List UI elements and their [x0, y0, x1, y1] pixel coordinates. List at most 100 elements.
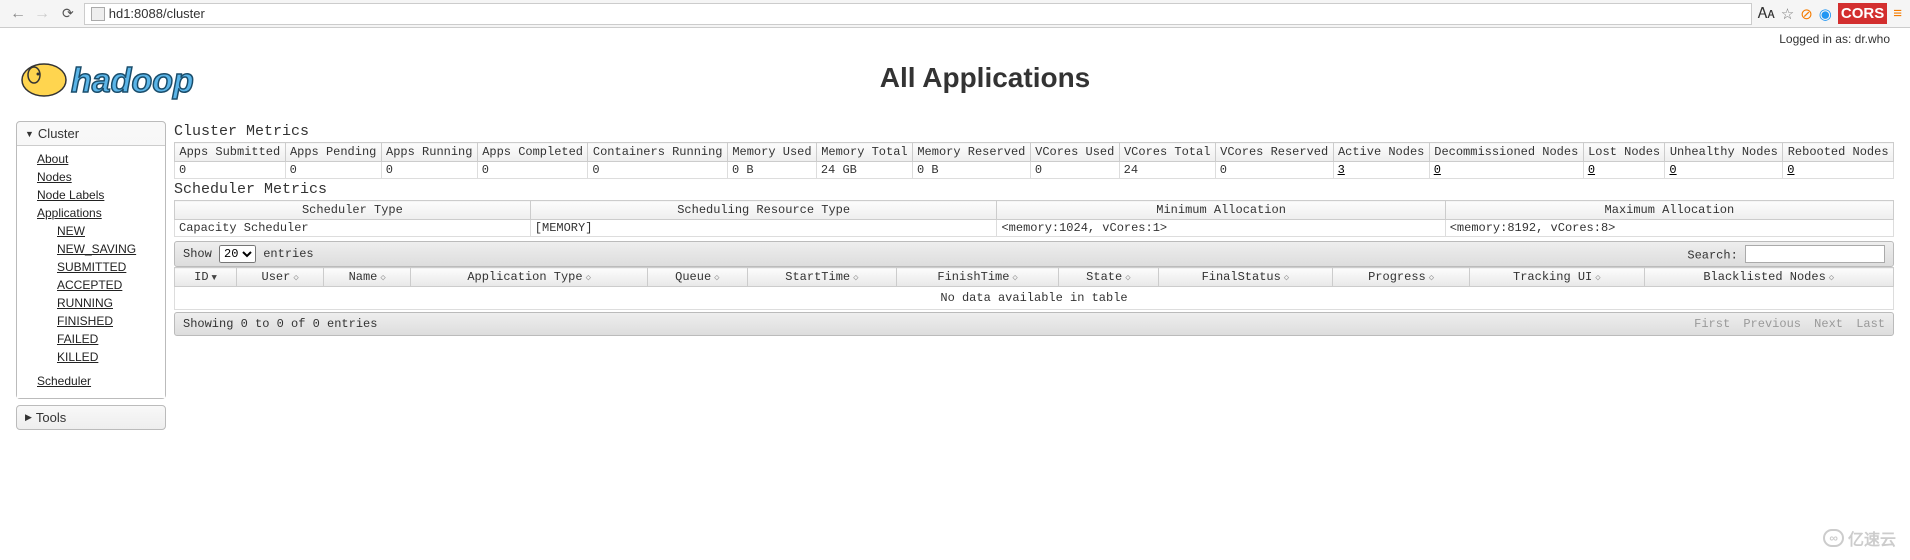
cm-link[interactable]: 3 — [1338, 163, 1345, 177]
pagination: First Previous Next Last — [1688, 317, 1885, 331]
cm-header: Active Nodes — [1333, 143, 1429, 162]
cors-badge[interactable]: CORS — [1838, 3, 1887, 24]
hadoop-logo: hadoop — [16, 50, 256, 105]
cm-link[interactable]: 0 — [1434, 163, 1441, 177]
back-button[interactable]: ← — [8, 5, 28, 23]
cm-link[interactable]: 0 — [1787, 163, 1794, 177]
apps-header[interactable]: State◇ — [1059, 268, 1159, 287]
page-icon — [91, 7, 105, 21]
extension-icon-2[interactable]: ◉ — [1819, 5, 1832, 23]
cm-header: Apps Pending — [285, 143, 381, 162]
apps-header[interactable]: User◇ — [237, 268, 324, 287]
svg-text:hadoop: hadoop — [71, 62, 194, 100]
search-label: Search: — [1687, 249, 1737, 263]
cm-header: Memory Used — [728, 143, 817, 162]
sidebar-appstate-killed[interactable]: KILLED — [57, 348, 157, 366]
sidebar-tools-label: Tools — [36, 410, 66, 425]
show-label-pre: Show — [183, 247, 212, 261]
apps-header[interactable]: Name◇ — [324, 268, 411, 287]
sidebar-cluster-header[interactable]: ▼ Cluster — [17, 122, 165, 145]
sm-cell: <memory:1024, vCores:1> — [997, 220, 1445, 237]
cm-cell: 0 — [1429, 162, 1583, 179]
cm-cell: 0 — [1583, 162, 1665, 179]
page-prev[interactable]: Previous — [1743, 317, 1801, 331]
apps-header[interactable]: ID▼ — [175, 268, 237, 287]
sidebar-appstate-running[interactable]: RUNNING — [57, 294, 157, 312]
applications-table: ID▼User◇Name◇Application Type◇Queue◇Star… — [174, 267, 1894, 310]
cm-header: Apps Running — [381, 143, 477, 162]
sidebar-appstate-accepted[interactable]: ACCEPTED — [57, 276, 157, 294]
watermark-icon: ∞ — [1823, 529, 1844, 547]
cm-cell: 24 GB — [816, 162, 912, 179]
sidebar-appstate-submitted[interactable]: SUBMITTED — [57, 258, 157, 276]
cm-cell: 0 — [1783, 162, 1894, 179]
sidebar-appstate-failed[interactable]: FAILED — [57, 330, 157, 348]
cm-header: Rebooted Nodes — [1783, 143, 1894, 162]
nodata-message: No data available in table — [175, 287, 1894, 310]
cm-header: VCores Used — [1030, 143, 1119, 162]
translate-icon[interactable]: 🗛 — [1758, 5, 1775, 22]
sm-cell: Capacity Scheduler — [175, 220, 531, 237]
apps-header[interactable]: FinishTime◇ — [897, 268, 1059, 287]
datatable-controls: Show 20 entries Search: — [174, 241, 1894, 267]
cm-cell: 0 — [588, 162, 728, 179]
cm-cell: 0 — [1030, 162, 1119, 179]
sidebar-tools-header[interactable]: ▶ Tools — [17, 406, 165, 429]
sidebar-item-applications[interactable]: Applications — [37, 204, 157, 222]
content: Cluster Metrics Apps SubmittedApps Pendi… — [174, 121, 1894, 436]
cm-cell: 0 — [285, 162, 381, 179]
scheduler-metrics-table: Scheduler TypeScheduling Resource TypeMi… — [174, 200, 1894, 237]
cm-header: Apps Completed — [477, 143, 588, 162]
cm-header: Unhealthy Nodes — [1665, 143, 1783, 162]
apps-header[interactable]: Queue◇ — [648, 268, 748, 287]
sidebar-cluster-label: Cluster — [38, 126, 79, 141]
cm-header: Apps Submitted — [175, 143, 286, 162]
cm-header: Memory Reserved — [912, 143, 1030, 162]
cm-cell: 0 — [477, 162, 588, 179]
bookmark-icon[interactable]: ☆ — [1781, 5, 1794, 23]
sm-header: Scheduler Type — [175, 201, 531, 220]
caret-down-icon: ▼ — [25, 129, 34, 139]
apps-header[interactable]: Application Type◇ — [411, 268, 648, 287]
extension-icon-1[interactable]: ⊘ — [1800, 5, 1813, 23]
sidebar-appstate-new[interactable]: NEW — [57, 222, 157, 240]
sidebar-tools: ▶ Tools — [16, 405, 166, 430]
menu-icon[interactable]: ≡ — [1893, 5, 1902, 22]
cm-cell: 0 B — [728, 162, 817, 179]
page-next[interactable]: Next — [1814, 317, 1843, 331]
apps-header[interactable]: Blacklisted Nodes◇ — [1644, 268, 1893, 287]
sidebar-item-nodelabels[interactable]: Node Labels — [37, 186, 157, 204]
forward-button[interactable]: → — [32, 5, 52, 23]
nav-arrows: ← → — [8, 5, 52, 23]
sm-header: Scheduling Resource Type — [530, 201, 997, 220]
table-info: Showing 0 to 0 of 0 entries — [183, 317, 377, 331]
page-size-select[interactable]: 20 — [219, 245, 256, 263]
sm-header: Minimum Allocation — [997, 201, 1445, 220]
sidebar-item-scheduler[interactable]: Scheduler — [37, 372, 157, 390]
sidebar-appstate-newsaving[interactable]: NEW_SAVING — [57, 240, 157, 258]
page-title: All Applications — [276, 62, 1694, 94]
cm-cell: 0 — [1665, 162, 1783, 179]
show-label-post: entries — [263, 247, 313, 261]
sidebar-appstate-finished[interactable]: FINISHED — [57, 312, 157, 330]
url-bar[interactable]: hd1:8088/cluster — [84, 3, 1752, 25]
browser-toolbar: ← → ⟳ hd1:8088/cluster 🗛 ☆ ⊘ ◉ CORS ≡ — [0, 0, 1910, 28]
cm-cell: 0 — [381, 162, 477, 179]
cm-link[interactable]: 0 — [1588, 163, 1595, 177]
sidebar-cluster: ▼ Cluster About Nodes Node Labels Applic… — [16, 121, 166, 399]
cm-cell: 24 — [1119, 162, 1215, 179]
scheduler-metrics-title: Scheduler Metrics — [174, 181, 1894, 198]
apps-header[interactable]: StartTime◇ — [747, 268, 896, 287]
extension-icons: 🗛 ☆ ⊘ ◉ CORS ≡ — [1758, 3, 1902, 24]
reload-button[interactable]: ⟳ — [58, 5, 78, 22]
watermark-text: 亿速云 — [1848, 526, 1896, 550]
sidebar-item-about[interactable]: About — [37, 150, 157, 168]
apps-header[interactable]: FinalStatus◇ — [1158, 268, 1332, 287]
sidebar-item-nodes[interactable]: Nodes — [37, 168, 157, 186]
apps-header[interactable]: Progress◇ — [1333, 268, 1470, 287]
cm-link[interactable]: 0 — [1669, 163, 1676, 177]
search-input[interactable] — [1745, 245, 1885, 263]
apps-header[interactable]: Tracking UI◇ — [1470, 268, 1644, 287]
page-last[interactable]: Last — [1856, 317, 1885, 331]
page-first[interactable]: First — [1694, 317, 1730, 331]
